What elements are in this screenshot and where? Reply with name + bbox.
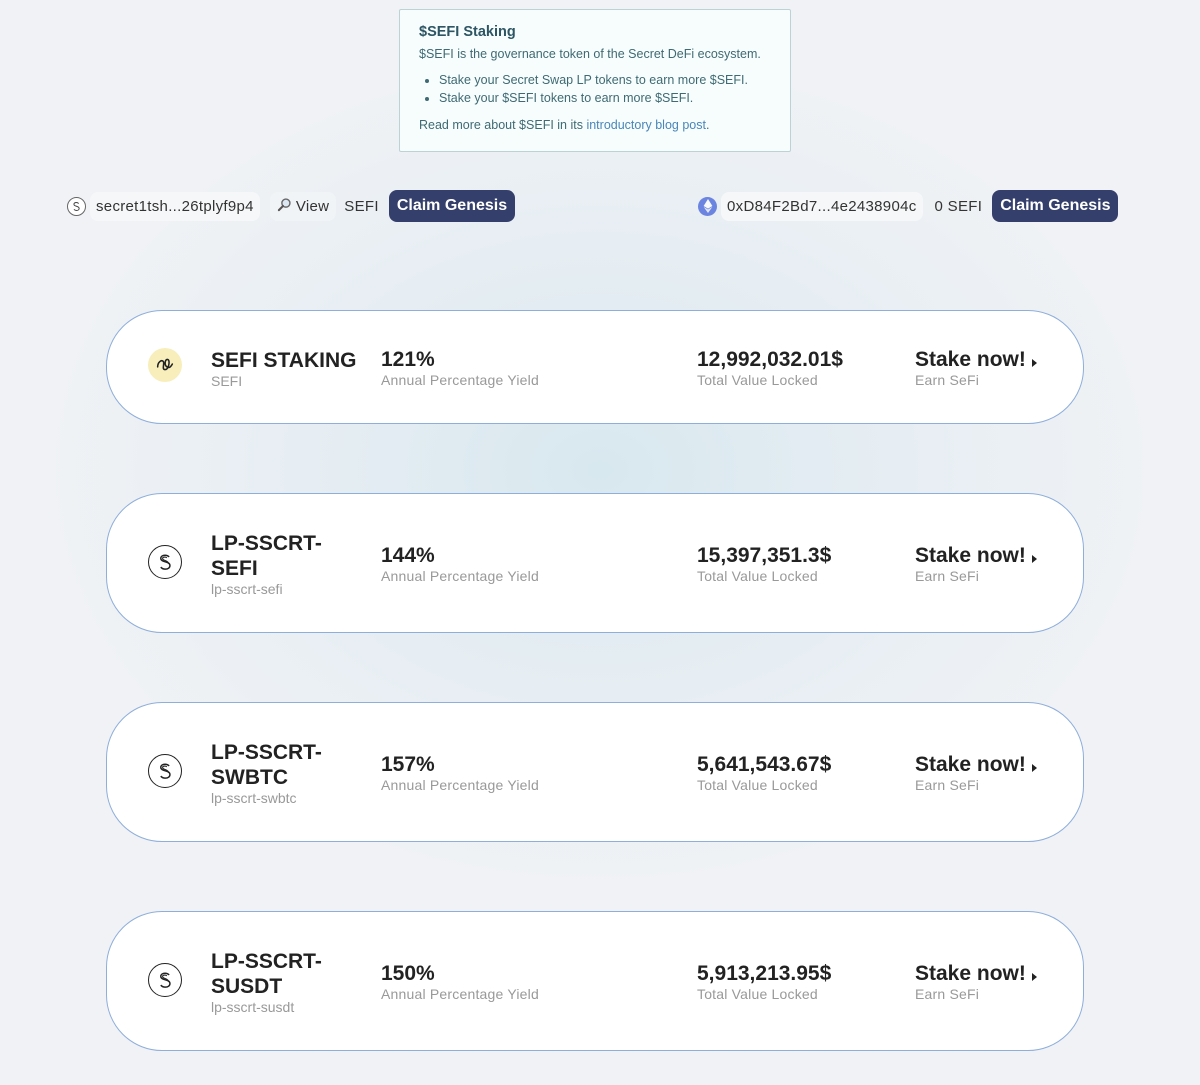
- tvl-label: Total Value Locked: [697, 568, 818, 584]
- pool-apy: 157% Annual Percentage Yield: [381, 753, 539, 793]
- stake-now-label: Stake now!: [915, 544, 1026, 567]
- read-more-text: Read more about $SEFI in its introductor…: [419, 117, 771, 133]
- pool-title: SEFI STAKING: [211, 349, 357, 372]
- earn-label: Earn SeFi: [915, 986, 980, 1002]
- earn-label: Earn SeFi: [915, 568, 980, 584]
- pool-tvl: 5,641,543.67$ Total Value Locked: [697, 753, 831, 793]
- secret-wallet-bar: secret1tsh...26tplyf9p4 View SEFI Claim …: [67, 190, 516, 222]
- info-description: $SEFI is the governance token of the Sec…: [419, 47, 761, 61]
- apy-value: 157%: [381, 753, 435, 776]
- pool-apy: 144% Annual Percentage Yield: [381, 544, 539, 584]
- view-label: View: [295, 197, 330, 215]
- apy-label: Annual Percentage Yield: [381, 986, 539, 1002]
- pool-card-lp-sscrt-sefi[interactable]: LP-SSCRT-SEFI lp-sscrt-sefi 144% Annual …: [106, 493, 1084, 633]
- pool-card-lp-sscrt-susdt[interactable]: LP-SSCRT-SUSDT lp-sscrt-susdt 150% Annua…: [106, 911, 1084, 1051]
- stake-now-link[interactable]: Stake now! Earn SeFi: [915, 962, 1037, 1002]
- read-more-suffix: .: [705, 118, 710, 132]
- pool-title: LP-SSCRT-SEFI: [211, 532, 322, 580]
- ethereum-wallet-balance: 0 SEFI: [934, 197, 983, 215]
- info-bullet: Stake your Secret Swap LP tokens to earn…: [439, 71, 771, 89]
- secret-network-icon: [148, 545, 182, 579]
- secret-wallet-address[interactable]: secret1tsh...26tplyf9p4: [90, 191, 260, 221]
- ethereum-wallet-address[interactable]: 0xD84F2Bd7...4e2438904c: [721, 191, 923, 221]
- pool-symbol: lp-sscrt-swbtc: [211, 790, 297, 806]
- ethereum-wallet-bar: 0xD84F2Bd7...4e2438904c 0 SEFI Claim Gen…: [698, 190, 1119, 222]
- tvl-value: 5,641,543.67$: [697, 753, 832, 776]
- stake-now-label: Stake now!: [915, 962, 1026, 985]
- pool-title: LP-SSCRT-SWBTC: [211, 741, 322, 789]
- tvl-label: Total Value Locked: [697, 777, 818, 793]
- view-balance-button[interactable]: View: [269, 191, 337, 221]
- sefi-token-icon: [148, 348, 182, 382]
- caret-right-icon: [1031, 555, 1037, 563]
- info-bullet-list: Stake your Secret Swap LP tokens to earn…: [419, 71, 771, 107]
- caret-right-icon: [1031, 973, 1037, 981]
- apy-label: Annual Percentage Yield: [381, 568, 539, 584]
- claim-genesis-button-eth[interactable]: Claim Genesis: [992, 190, 1119, 222]
- apy-value: 150%: [381, 962, 435, 985]
- pool-card-sefi-staking[interactable]: SEFI STAKING SEFI 121% Annual Percentage…: [106, 310, 1084, 424]
- caret-right-icon: [1031, 359, 1037, 367]
- pool-symbol: lp-sscrt-susdt: [211, 999, 295, 1015]
- apy-value: 121%: [381, 348, 435, 371]
- pool-title: LP-SSCRT-SUSDT: [211, 950, 322, 998]
- pool-name: LP-SSCRT-SWBTC lp-sscrt-swbtc: [211, 740, 341, 806]
- claim-genesis-button[interactable]: Claim Genesis: [388, 190, 516, 222]
- apy-value: 144%: [381, 544, 435, 567]
- stake-now-link[interactable]: Stake now! Earn SeFi: [915, 544, 1037, 584]
- stake-now-label: Stake now!: [915, 348, 1026, 371]
- pool-symbol: lp-sscrt-sefi: [211, 581, 283, 597]
- pool-tvl: 12,992,032.01$ Total Value Locked: [697, 348, 843, 388]
- tvl-value: 5,913,213.95$: [697, 962, 832, 985]
- pool-tvl: 5,913,213.95$ Total Value Locked: [697, 962, 831, 1002]
- pool-tvl: 15,397,351.3$ Total Value Locked: [697, 544, 831, 584]
- pool-name: SEFI STAKING SEFI: [211, 348, 371, 389]
- read-more-prefix: Read more about $SEFI in its: [419, 118, 587, 132]
- pool-symbol: SEFI: [211, 373, 243, 389]
- earn-label: Earn SeFi: [915, 777, 980, 793]
- info-title: $SEFI Staking: [419, 24, 516, 40]
- pool-name: LP-SSCRT-SUSDT lp-sscrt-susdt: [211, 949, 341, 1015]
- secret-wallet-balance: SEFI: [344, 197, 379, 215]
- tvl-label: Total Value Locked: [697, 986, 818, 1002]
- sefi-staking-info-box: $SEFI Staking $SEFI is the governance to…: [399, 9, 791, 152]
- tvl-value: 15,397,351.3$: [697, 544, 832, 567]
- caret-right-icon: [1031, 764, 1037, 772]
- blog-post-link[interactable]: introductory blog post: [586, 118, 706, 132]
- stake-now-link[interactable]: Stake now! Earn SeFi: [915, 753, 1037, 793]
- secret-network-icon: [67, 196, 86, 216]
- info-bullet: Stake your $SEFI tokens to earn more $SE…: [439, 89, 771, 107]
- secret-network-icon: [148, 963, 182, 997]
- ethereum-icon: [698, 196, 717, 216]
- pool-card-lp-sscrt-swbtc[interactable]: LP-SSCRT-SWBTC lp-sscrt-swbtc 157% Annua…: [106, 702, 1084, 842]
- tvl-value: 12,992,032.01$: [697, 348, 843, 371]
- apy-label: Annual Percentage Yield: [381, 777, 539, 793]
- apy-label: Annual Percentage Yield: [381, 372, 539, 388]
- secret-network-icon: [148, 754, 182, 788]
- stake-now-label: Stake now!: [915, 753, 1026, 776]
- pool-apy: 150% Annual Percentage Yield: [381, 962, 539, 1002]
- earn-label: Earn SeFi: [915, 372, 980, 388]
- pool-apy: 121% Annual Percentage Yield: [381, 348, 539, 388]
- tvl-label: Total Value Locked: [697, 372, 818, 388]
- pool-name: LP-SSCRT-SEFI lp-sscrt-sefi: [211, 531, 341, 597]
- stake-now-link[interactable]: Stake now! Earn SeFi: [915, 348, 1037, 388]
- magnifier-icon: [277, 197, 292, 216]
